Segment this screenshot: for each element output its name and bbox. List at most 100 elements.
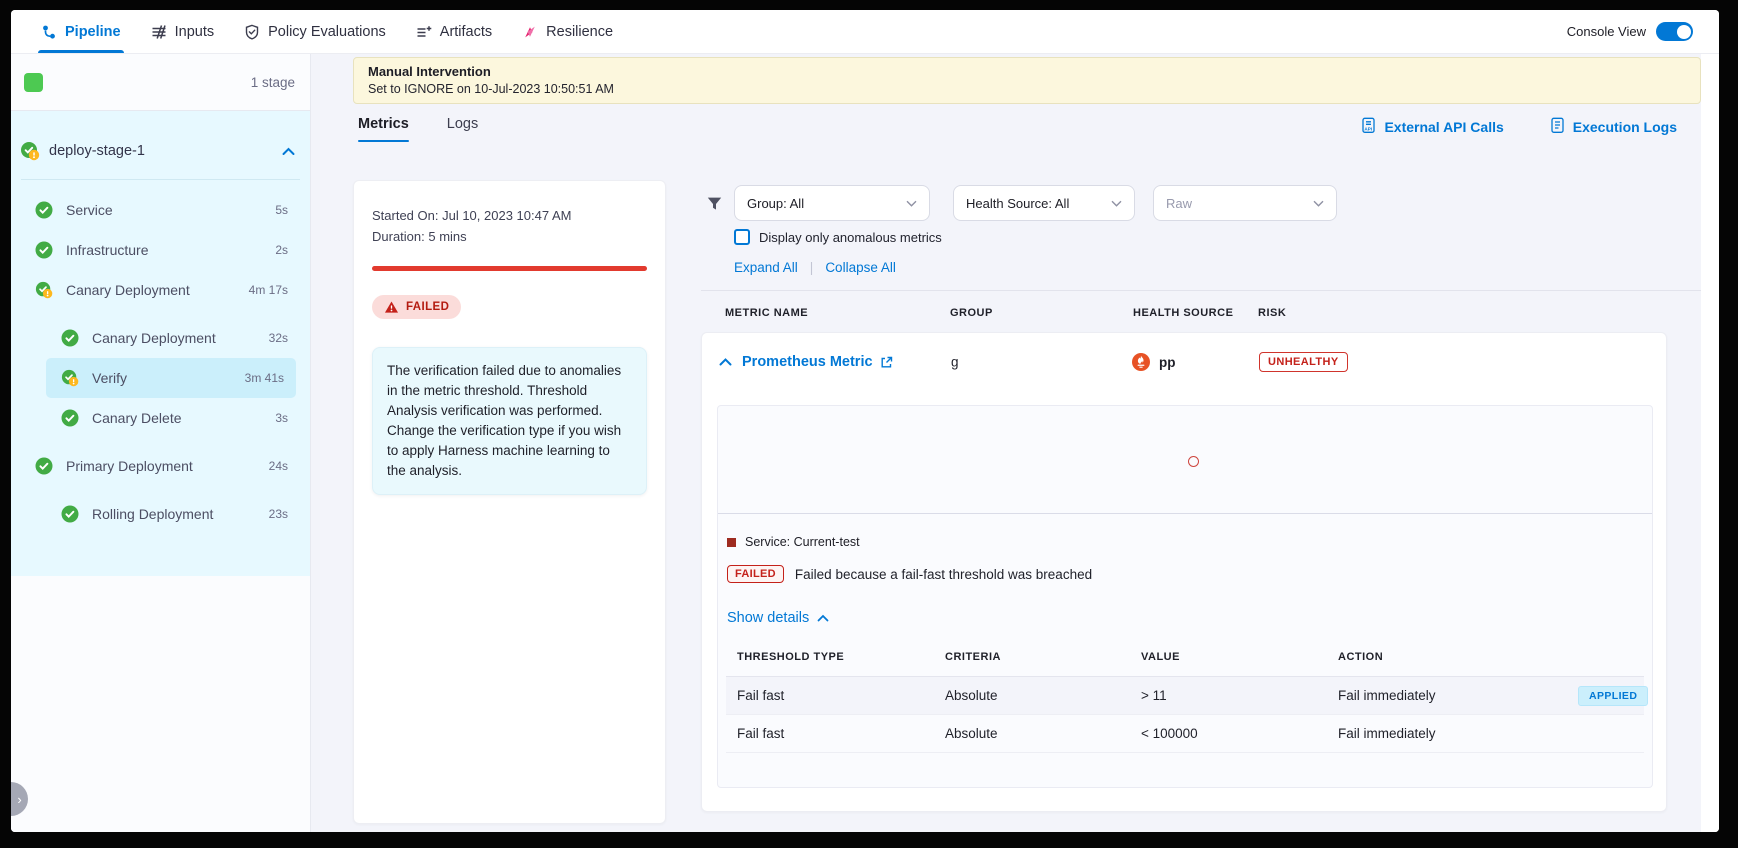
artifacts-icon bbox=[416, 24, 432, 40]
console-view-toggle[interactable] bbox=[1656, 22, 1693, 41]
step-duration: 5s bbox=[275, 203, 288, 217]
legend-label: Service: Current-test bbox=[745, 535, 860, 549]
divider: | bbox=[810, 260, 814, 275]
dropdown-value: Health Source: All bbox=[966, 196, 1069, 211]
stage-header: 1 stage bbox=[11, 54, 310, 111]
banner-title: Manual Intervention bbox=[368, 64, 1686, 79]
metric-card: Prometheus Metric g pp UNHEALTHY bbox=[701, 332, 1667, 812]
external-api-calls-link[interactable]: API External API Calls bbox=[1361, 117, 1503, 137]
nav-tab-pipeline[interactable]: Pipeline bbox=[41, 10, 121, 53]
health-source-filter-dropdown[interactable]: Health Source: All bbox=[953, 185, 1135, 221]
sidebar-item-rolling-deployment[interactable]: Rolling Deployment 23s bbox=[11, 494, 310, 534]
document-icon bbox=[1550, 117, 1565, 137]
top-navigation: Pipeline Inputs Policy Evaluations Artif… bbox=[11, 10, 1719, 54]
threshold-type: Fail fast bbox=[737, 688, 945, 703]
threshold-table: THRESHOLD TYPE CRITERIA VALUE ACTION Fai… bbox=[726, 651, 1644, 753]
collapse-all-link[interactable]: Collapse All bbox=[825, 260, 896, 275]
sidebar-item-canary-deployment[interactable]: Canary Deployment 32s bbox=[11, 318, 310, 358]
filter-funnel-icon[interactable] bbox=[706, 196, 723, 212]
step-duration: 23s bbox=[269, 507, 288, 521]
anomalous-metrics-checkbox[interactable] bbox=[734, 229, 750, 245]
metric-name-link[interactable]: Prometheus Metric bbox=[742, 354, 893, 370]
dropdown-placeholder: Raw bbox=[1166, 196, 1192, 211]
chevron-up-icon[interactable] bbox=[282, 147, 295, 156]
column-header-criteria: CRITERIA bbox=[945, 651, 1141, 663]
threshold-action: Fail immediately bbox=[1338, 688, 1578, 703]
warning-check-icon bbox=[35, 281, 53, 299]
main-content: Manual Intervention Set to IGNORE on 10-… bbox=[311, 54, 1719, 832]
step-duration: 4m 17s bbox=[249, 283, 288, 297]
table-row-prometheus-metric[interactable]: Prometheus Metric g pp UNHEALTHY bbox=[702, 333, 1666, 391]
prometheus-icon bbox=[1132, 353, 1150, 371]
step-label: Canary Delete bbox=[92, 410, 182, 426]
failure-reason-row: FAILED Failed because a fail-fast thresh… bbox=[727, 565, 1652, 583]
step-duration: 24s bbox=[269, 459, 288, 473]
collapse-row-chevron-up-icon[interactable] bbox=[719, 358, 732, 367]
nav-tab-policy-evaluations[interactable]: Policy Evaluations bbox=[244, 10, 386, 53]
console-view-control: Console View bbox=[1567, 22, 1693, 41]
sidebar-item-deploy-stage[interactable]: deploy-stage-1 bbox=[11, 133, 310, 169]
success-check-icon bbox=[61, 505, 79, 523]
sidebar-item-service[interactable]: Service 5s bbox=[11, 190, 310, 230]
show-details-label: Show details bbox=[727, 610, 809, 626]
chevron-right-icon: › bbox=[17, 792, 21, 807]
step-duration: 3s bbox=[275, 411, 288, 425]
pipeline-icon bbox=[41, 24, 57, 40]
svg-text:API: API bbox=[1365, 126, 1373, 131]
show-details-link[interactable]: Show details bbox=[727, 610, 1652, 626]
sidebar-item-canary-deployment-group[interactable]: Canary Deployment 4m 17s bbox=[11, 270, 310, 310]
link-label: Execution Logs bbox=[1573, 119, 1677, 135]
step-duration: 2s bbox=[275, 243, 288, 257]
tab-metrics[interactable]: Metrics bbox=[358, 116, 409, 142]
nav-tabs: Pipeline Inputs Policy Evaluations Artif… bbox=[41, 10, 613, 53]
group-filter-dropdown[interactable]: Group: All bbox=[734, 185, 930, 221]
column-header-group: GROUP bbox=[950, 307, 993, 319]
threshold-type: Fail fast bbox=[737, 726, 945, 741]
banner-message: Set to IGNORE on 10-Jul-2023 10:50:51 AM bbox=[368, 82, 1686, 96]
metric-detail-panel: Service: Current-test FAILED Failed beca… bbox=[717, 405, 1653, 788]
raw-filter-dropdown[interactable]: Raw bbox=[1153, 185, 1337, 221]
column-header-health-source: HEALTH SOURCE bbox=[1133, 307, 1233, 319]
started-on: Started On: Jul 10, 2023 10:47 AM bbox=[372, 205, 647, 226]
sidebar-bottom bbox=[11, 576, 310, 832]
chart-legend: Service: Current-test bbox=[727, 535, 1652, 549]
link-label: External API Calls bbox=[1384, 119, 1503, 135]
success-check-icon bbox=[35, 241, 53, 259]
warning-check-icon bbox=[20, 141, 40, 161]
nav-tab-label: Inputs bbox=[175, 24, 215, 40]
nav-tab-artifacts[interactable]: Artifacts bbox=[416, 10, 492, 53]
step-label: Primary Deployment bbox=[66, 458, 193, 474]
scrollbar-track[interactable] bbox=[1701, 54, 1719, 832]
failed-status-label: FAILED bbox=[406, 301, 449, 313]
sidebar-item-primary-deployment[interactable]: Primary Deployment 24s bbox=[11, 446, 310, 486]
expand-all-link[interactable]: Expand All bbox=[734, 260, 798, 275]
stage-step-list: deploy-stage-1 Service 5s Infrastructure… bbox=[11, 111, 310, 576]
risk-badge-unhealthy: UNHEALTHY bbox=[1259, 352, 1348, 372]
step-label: Canary Deployment bbox=[66, 282, 190, 298]
table-row: Fail fast Absolute < 100000 Fail immedia… bbox=[726, 715, 1644, 753]
tab-logs[interactable]: Logs bbox=[447, 116, 478, 142]
metric-chart bbox=[718, 406, 1652, 514]
column-header-threshold-type: THRESHOLD TYPE bbox=[737, 651, 945, 663]
threshold-value: > 11 bbox=[1141, 688, 1338, 703]
console-view-label: Console View bbox=[1567, 24, 1646, 39]
execution-sidebar: 1 stage deploy-stage-1 Service 5s bbox=[11, 54, 311, 832]
success-check-icon bbox=[61, 329, 79, 347]
nav-tab-label: Pipeline bbox=[65, 24, 121, 40]
execution-logs-link[interactable]: Execution Logs bbox=[1550, 117, 1677, 137]
applied-badge: APPLIED bbox=[1578, 686, 1648, 706]
stage-count: 1 stage bbox=[251, 75, 295, 90]
divider bbox=[701, 290, 1701, 291]
dropdown-value: Group: All bbox=[747, 196, 804, 211]
sidebar-item-verify[interactable]: Verify 3m 41s bbox=[46, 358, 296, 398]
step-duration: 32s bbox=[269, 331, 288, 345]
divider bbox=[21, 179, 300, 180]
nav-tab-label: Artifacts bbox=[440, 24, 492, 40]
step-label: Rolling Deployment bbox=[92, 506, 213, 522]
nav-tab-inputs[interactable]: Inputs bbox=[151, 10, 215, 53]
sidebar-item-infrastructure[interactable]: Infrastructure 2s bbox=[11, 230, 310, 270]
threshold-table-header: THRESHOLD TYPE CRITERIA VALUE ACTION bbox=[726, 651, 1644, 677]
sidebar-item-canary-delete[interactable]: Canary Delete 3s bbox=[11, 398, 310, 438]
external-link-icon bbox=[880, 356, 893, 369]
nav-tab-resilience[interactable]: Resilience bbox=[522, 10, 613, 53]
